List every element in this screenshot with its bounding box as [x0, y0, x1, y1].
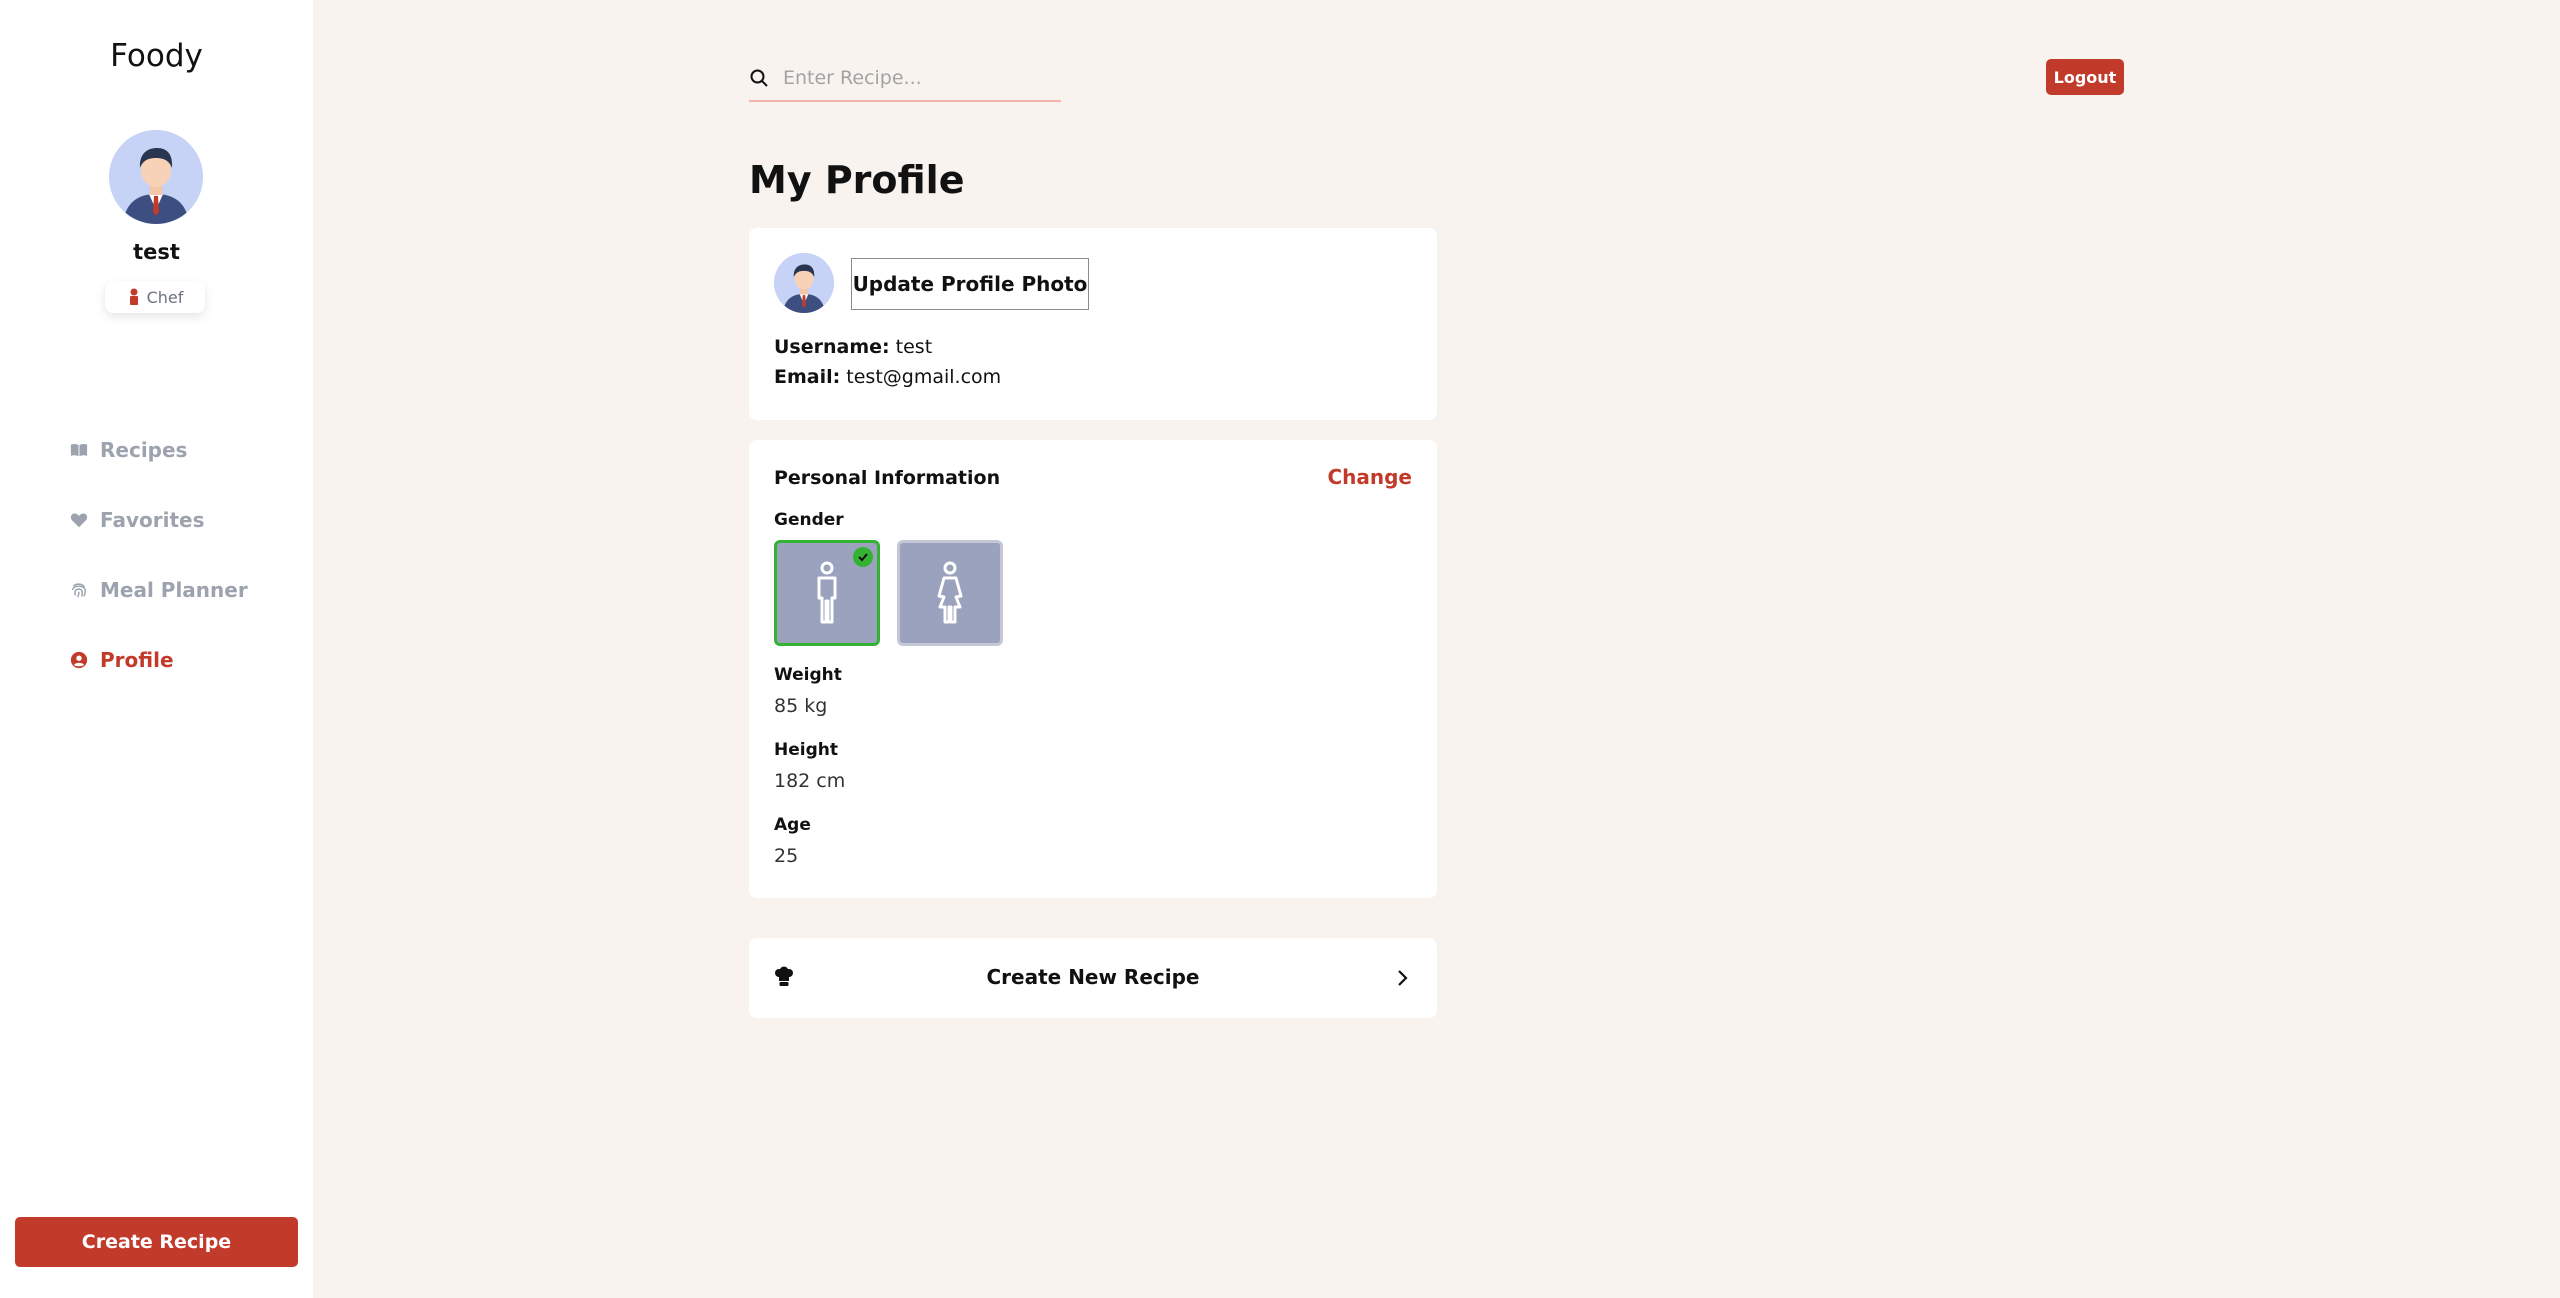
avatar [774, 253, 834, 313]
heart-icon [70, 513, 88, 528]
email-value: test@gmail.com [846, 366, 1002, 388]
search-icon [750, 69, 768, 87]
create-new-recipe-label: Create New Recipe [986, 965, 1200, 989]
change-link[interactable]: Change [1327, 465, 1412, 489]
sidebar-item-favorites[interactable]: Favorites [70, 500, 248, 540]
personal-info-card: Personal Information Change Gender Weigh… [749, 440, 1437, 898]
username-label: Username: [774, 336, 890, 358]
age-label: Age [774, 815, 811, 835]
search-input[interactable] [783, 67, 1043, 89]
age-value: 25 [774, 845, 799, 867]
personal-info-title: Personal Information [774, 467, 1001, 489]
username-row: Username: test [774, 336, 932, 358]
sidebar-nav: Recipes Favorites Meal Planner Profile [70, 430, 248, 710]
check-icon [853, 547, 873, 567]
book-icon [70, 443, 88, 457]
gender-label: Gender [774, 510, 844, 530]
gender-male-option[interactable] [774, 540, 880, 646]
male-icon [817, 561, 837, 624]
search-bar [749, 56, 1061, 102]
username-value: test [895, 336, 933, 358]
sidebar-item-label: Favorites [100, 508, 205, 532]
sidebar-item-recipes[interactable]: Recipes [70, 430, 248, 470]
app-logo: Foody [110, 38, 203, 74]
height-label: Height [774, 740, 838, 760]
female-icon [937, 561, 963, 624]
chef-icon [129, 288, 138, 305]
sidebar: Foody test Chef Recipes Favorites Meal P… [0, 0, 313, 1298]
sidebar-item-profile[interactable]: Profile [70, 640, 248, 680]
avatar [109, 130, 203, 224]
email-row: Email: test@gmail.com [774, 366, 1001, 388]
user-circle-icon [70, 651, 88, 669]
sidebar-item-meal-planner[interactable]: Meal Planner [70, 570, 248, 610]
logout-button[interactable]: Logout [2046, 59, 2124, 95]
user-name: test [133, 240, 180, 264]
sidebar-item-label: Meal Planner [100, 578, 248, 602]
height-value: 182 cm [774, 770, 846, 792]
gender-female-option[interactable] [897, 540, 1003, 646]
chevron-right-icon [1398, 970, 1408, 986]
role-badge: Chef [105, 281, 205, 313]
create-new-recipe-card[interactable]: Create New Recipe [749, 938, 1437, 1018]
role-label: Chef [146, 287, 184, 307]
sidebar-item-label: Recipes [100, 438, 188, 462]
weight-value: 85 kg [774, 695, 828, 717]
weight-label: Weight [774, 665, 842, 685]
update-profile-photo-button[interactable]: Update Profile Photo [851, 258, 1089, 310]
sidebar-item-label: Profile [100, 648, 174, 672]
profile-card: Update Profile Photo Username: test Emai… [749, 228, 1437, 420]
page-title: My Profile [749, 158, 965, 202]
email-label: Email: [774, 366, 841, 388]
create-recipe-button[interactable]: Create Recipe [15, 1217, 298, 1267]
fingerprint-icon [71, 583, 87, 598]
